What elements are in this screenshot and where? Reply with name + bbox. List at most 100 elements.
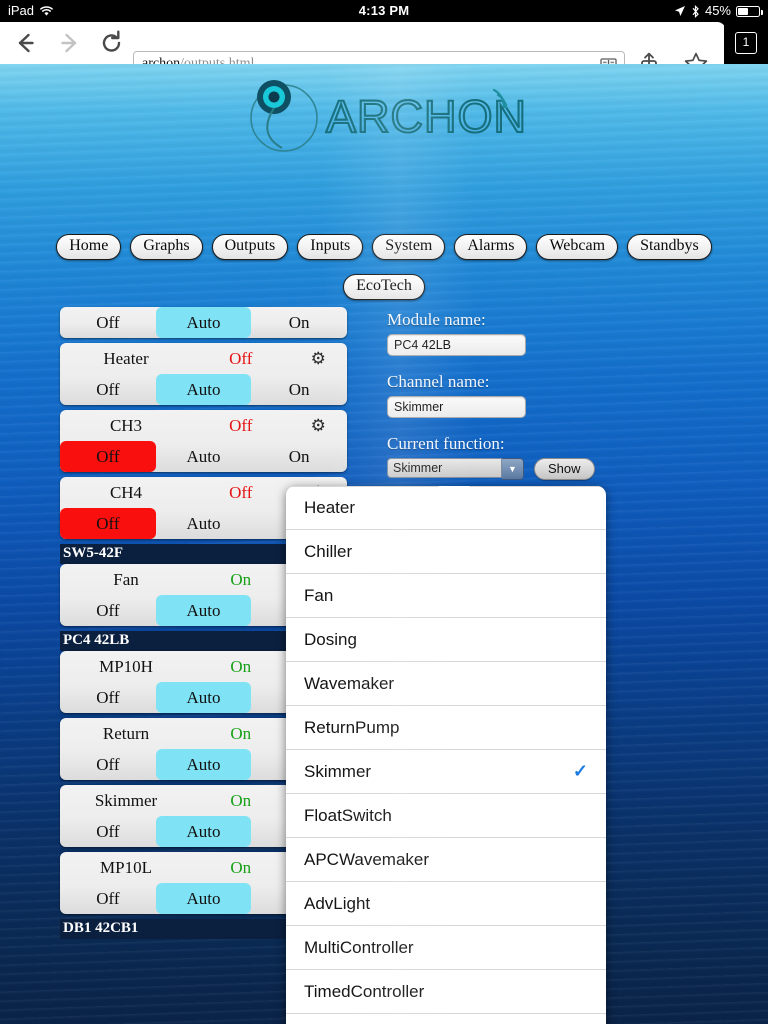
back-arrow-icon[interactable] <box>10 28 40 58</box>
output-mode-auto-button[interactable]: Auto <box>155 307 252 338</box>
output-mode-on-button[interactable]: On <box>251 307 347 338</box>
output-mode-off-button[interactable]: Off <box>60 441 156 472</box>
output-channel-name: Fan <box>113 569 139 589</box>
battery-percent-label: 45% <box>704 3 731 18</box>
tab-count-label: 1 <box>735 32 757 54</box>
function-options-list: Heater Chiller Fan Dosing Wavemaker ReturnPum… <box>286 486 606 1024</box>
primary-navigation: Home Graphs Outputs Inputs System Alarms Webca… <box>0 234 768 260</box>
output-mode-auto-button[interactable]: Auto <box>156 441 252 472</box>
output-state-label: On <box>230 656 252 676</box>
function-option-label: Chiller <box>304 541 353 561</box>
web-page-content: ARCHON Home Graphs Outputs Inputs System Alar… <box>0 64 768 1024</box>
output-mode-on-button[interactable]: On <box>251 374 347 405</box>
popover-caret <box>438 486 470 487</box>
browser-toolbar: archon/outputs.html 1 <box>0 22 768 77</box>
output-mode-off-button[interactable]: Off <box>60 307 156 338</box>
function-option-timedcontroller[interactable]: TimedController <box>286 970 606 1014</box>
function-option-label: Skimmer <box>304 761 372 781</box>
function-option-multicontroller[interactable]: MultiController <box>286 926 606 970</box>
output-state-label: Off <box>229 348 253 368</box>
nav-item-standbys[interactable]: Standbys <box>627 234 712 260</box>
output-mode-off-button[interactable]: Off <box>60 883 156 914</box>
reload-icon[interactable] <box>97 28 127 58</box>
nav-item-ecotech[interactable]: EcoTech <box>343 274 425 300</box>
function-option-label: TimedController <box>304 981 425 1001</box>
status-bar-right: 45% <box>674 0 763 22</box>
function-option-wavemaker[interactable]: Wavemaker <box>286 662 606 706</box>
function-option-fan[interactable]: Fan <box>286 574 606 618</box>
output-state-label: On <box>230 723 252 743</box>
function-option-label: Fan <box>304 585 334 605</box>
secondary-navigation: EcoTech <box>0 274 768 300</box>
current-function-select[interactable]: Skimmer ▼ <box>387 458 524 480</box>
output-mode-off-button[interactable]: Off <box>60 508 156 539</box>
output-mode-auto-button[interactable]: Auto <box>156 508 252 539</box>
function-option-label: AdvLight <box>304 893 371 913</box>
output-mode-segments: OffAutoOn <box>60 307 347 338</box>
function-option-floatswitch[interactable]: FloatSwitch <box>286 794 606 838</box>
function-option-label: Dosing <box>304 629 357 649</box>
function-option-returnpump[interactable]: ReturnPump <box>286 706 606 750</box>
nav-item-outputs[interactable]: Outputs <box>211 234 289 260</box>
output-mode-auto-button[interactable]: Auto <box>155 595 252 626</box>
output-channel-name: CH4 <box>109 482 143 502</box>
output-mode-on-button[interactable]: On <box>251 441 347 472</box>
location-arrow-icon <box>674 5 686 17</box>
function-option-label: ReturnPump <box>304 717 400 737</box>
site-logo: ARCHON <box>0 76 768 156</box>
tab-count-button[interactable]: 1 <box>724 22 768 64</box>
output-mode-off-button[interactable]: Off <box>60 374 156 405</box>
function-option-label: MultiController <box>304 937 414 957</box>
output-mode-off-button[interactable]: Off <box>60 749 156 780</box>
function-option-mlc[interactable]: MLC <box>286 1014 606 1024</box>
function-option-label: APCWavemaker <box>304 849 430 869</box>
module-name-label: Module name: <box>387 310 486 329</box>
output-channel-name: Return <box>102 723 150 743</box>
channel-settings-form: Module name: Channel name: Current funct… <box>387 310 717 480</box>
function-option-advlight[interactable]: AdvLight <box>286 882 606 926</box>
function-option-apcwavemaker[interactable]: APCWavemaker <box>286 838 606 882</box>
module-name-input[interactable] <box>387 334 526 356</box>
function-option-chiller[interactable]: Chiller <box>286 530 606 574</box>
function-option-skimmer[interactable]: Skimmer ✓ <box>286 750 606 794</box>
output-channel-name: CH3 <box>109 415 143 435</box>
output-channel-name: MP10L <box>100 857 152 877</box>
current-function-row: Skimmer ▼ Show <box>387 458 717 480</box>
nav-item-alarms[interactable]: Alarms <box>454 234 528 260</box>
function-option-heater[interactable]: Heater <box>286 486 606 530</box>
output-mode-auto-button[interactable]: Auto <box>155 883 252 914</box>
nav-item-home[interactable]: Home <box>56 234 122 260</box>
current-function-label: Current function: <box>387 434 505 453</box>
gear-icon[interactable]: ⚙ <box>290 349 347 369</box>
chevron-down-icon[interactable]: ▼ <box>502 458 524 480</box>
checkmark-icon: ✓ <box>572 761 588 781</box>
function-option-dosing[interactable]: Dosing <box>286 618 606 662</box>
ipad-screen: iPad 4:13 PM 45% 1 ARCHON Home Graphs Ou… <box>0 0 768 1024</box>
forward-arrow-icon[interactable] <box>55 28 85 58</box>
show-button[interactable]: Show <box>534 458 595 480</box>
output-channel-name: MP10H <box>99 656 153 676</box>
nav-item-inputs[interactable]: Inputs <box>297 234 364 260</box>
channel-name-input[interactable] <box>387 396 526 418</box>
gear-icon[interactable]: ⚙ <box>290 416 347 436</box>
function-options-popover: Heater Chiller Fan Dosing Wavemaker ReturnPum… <box>286 486 606 1024</box>
output-mode-segments: OffAutoOn <box>60 374 347 405</box>
output-mode-off-button[interactable]: Off <box>60 816 156 847</box>
output-mode-off-button[interactable]: Off <box>60 682 156 713</box>
output-mode-auto-button[interactable]: Auto <box>155 374 252 405</box>
function-option-label: FloatSwitch <box>304 805 392 825</box>
nav-item-system[interactable]: System <box>372 234 446 260</box>
nav-item-graphs[interactable]: Graphs <box>130 234 203 260</box>
current-function-value: Skimmer <box>387 458 502 478</box>
clock-label: 4:13 PM <box>358 3 410 18</box>
battery-icon <box>736 5 763 17</box>
output-state-label: On <box>230 790 252 810</box>
output-mode-auto-button[interactable]: Auto <box>155 816 252 847</box>
nav-item-webcam[interactable]: Webcam <box>536 234 619 260</box>
output-card: CH3 Off ⚙ Off Auto On <box>60 410 347 472</box>
function-option-label: Heater <box>304 498 356 517</box>
output-state-label: Off <box>229 482 253 502</box>
output-mode-auto-button[interactable]: Auto <box>155 749 252 780</box>
output-mode-off-button[interactable]: Off <box>60 595 156 626</box>
output-mode-auto-button[interactable]: Auto <box>155 682 252 713</box>
